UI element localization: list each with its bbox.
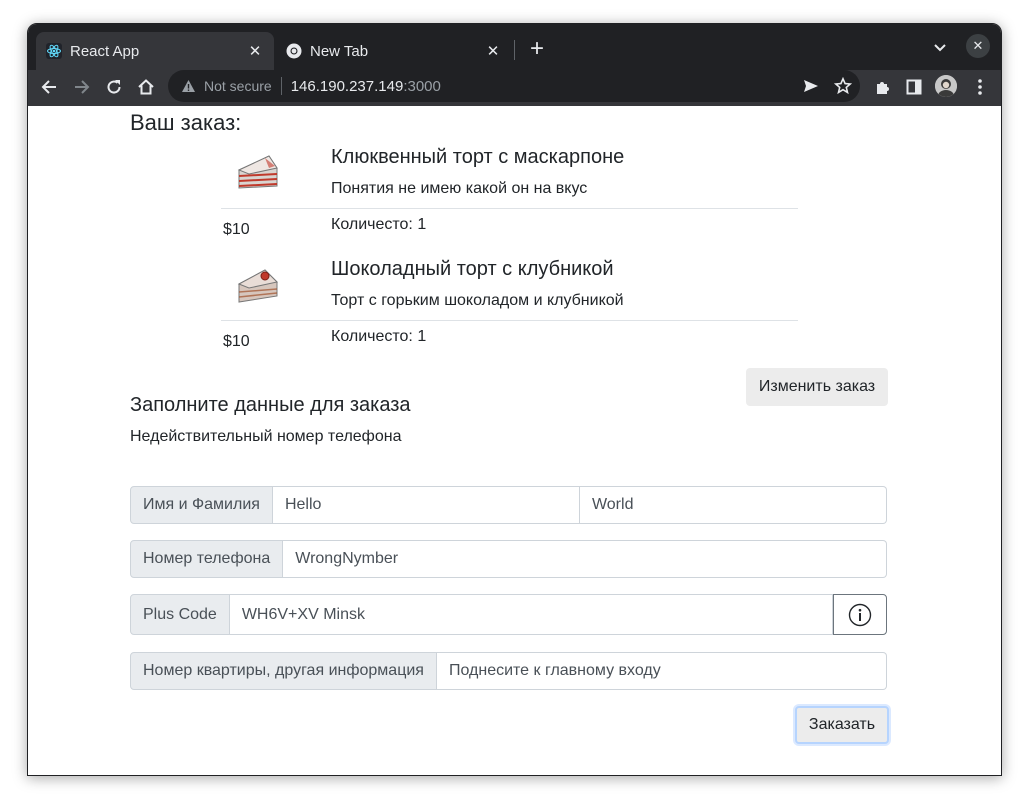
new-tab-button[interactable]: + [524,35,550,62]
security-label[interactable]: Not secure [204,78,272,94]
page-content: Ваш заказ: $10 Клюквенный торт с маскарп… [28,106,1001,775]
omnibox-divider [280,77,282,95]
item-quantity: Количесто: 1 [331,328,427,345]
order-item: $10 Клюквенный торт с маскарпоне Понятия… [221,146,798,254]
bookmark-button[interactable] [829,72,857,100]
item-divider [221,208,798,209]
item-price: $10 [223,333,250,350]
extensions-button[interactable] [868,72,898,102]
chevron-down-icon [934,44,946,52]
order-item: $10 Шоколадный торт с клубникой Торт с г… [221,258,798,366]
url-host: 146.190.237.149 [290,77,404,95]
pluscode-info-button[interactable] [833,594,887,635]
close-tab-icon[interactable]: ✕ [246,42,264,60]
arrow-left-icon [41,80,56,94]
browser-window: React App ✕ New Tab ✕ + ✕ Not secure 146… [27,23,1002,776]
tab-search-button[interactable] [928,36,952,60]
phone-error-message: Недействительный номер телефона [130,428,402,445]
url-port: :3000 [403,77,441,95]
chrome-icon [286,43,302,59]
chocolate-cake-icon [235,260,279,304]
send-icon [804,80,818,92]
last-name-input[interactable]: World [579,486,887,524]
side-panel-icon [906,79,922,95]
reload-button[interactable] [99,72,129,102]
profile-avatar[interactable] [935,75,957,97]
pluscode-input[interactable]: WH6V+XV Minsk [229,594,833,635]
arrow-right-icon [75,80,90,94]
item-price: $10 [223,221,250,238]
send-to-devices-button[interactable] [797,72,825,100]
pluscode-label: Plus Code [130,594,230,635]
reload-icon [107,80,121,94]
info-icon [848,603,872,626]
name-input-group: Имя и Фамилия Hello World [130,486,887,524]
cranberry-cake-icon [235,148,279,192]
puzzle-icon [877,82,889,94]
item-name: Клюквенный торт с маскарпоне [331,146,625,168]
phone-input-group: Номер телефона WrongNymber [130,540,887,578]
order-heading: Ваш заказ: [130,110,242,135]
submit-order-button[interactable]: Заказать [795,706,889,744]
back-button[interactable] [34,72,64,102]
item-name: Шоколадный торт с клубникой [331,258,614,280]
side-panel-button[interactable] [899,72,929,102]
home-button[interactable] [131,72,161,102]
address-bar[interactable]: Not secure 146.190.237.149:3000 [168,70,860,102]
home-icon [138,79,154,95]
tab-new-tab[interactable]: New Tab ✕ [276,32,512,70]
apartment-input[interactable]: Поднесите к главному входу [436,652,887,690]
pluscode-input-group: Plus Code WH6V+XV Minsk [130,594,887,635]
browser-toolbar: Not secure 146.190.237.149:3000 [28,70,1001,106]
kebab-menu-icon [978,79,982,95]
warning-icon[interactable] [180,78,196,94]
tab-react-app[interactable]: React App ✕ [36,32,274,70]
form-heading: Заполните данные для заказа [130,394,411,416]
first-name-input[interactable]: Hello [272,486,580,524]
tab-strip: React App ✕ New Tab ✕ + ✕ [28,24,1001,70]
close-tab-icon[interactable]: ✕ [484,42,502,60]
item-divider [221,320,798,321]
name-label: Имя и Фамилия [130,486,273,524]
apartment-input-group: Номер квартиры, другая информация Поднес… [130,652,887,690]
window-close-button[interactable]: ✕ [966,34,990,58]
star-icon [834,77,852,95]
tab-separator [514,40,515,60]
item-quantity: Количесто: 1 [331,216,427,233]
item-description: Понятия не имею какой он на вкус [331,180,588,197]
tab-title: React App [70,42,140,60]
phone-input[interactable]: WrongNymber [283,540,887,578]
menu-button[interactable] [965,72,995,102]
forward-button[interactable] [67,72,97,102]
apartment-label: Номер квартиры, другая информация [130,652,437,690]
item-description: Торт с горьким шоколадом и клубникой [331,292,624,309]
change-order-button[interactable]: Изменить заказ [746,368,888,406]
tab-title: New Tab [310,42,369,60]
phone-label: Номер телефона [130,540,284,578]
react-icon [46,43,62,59]
